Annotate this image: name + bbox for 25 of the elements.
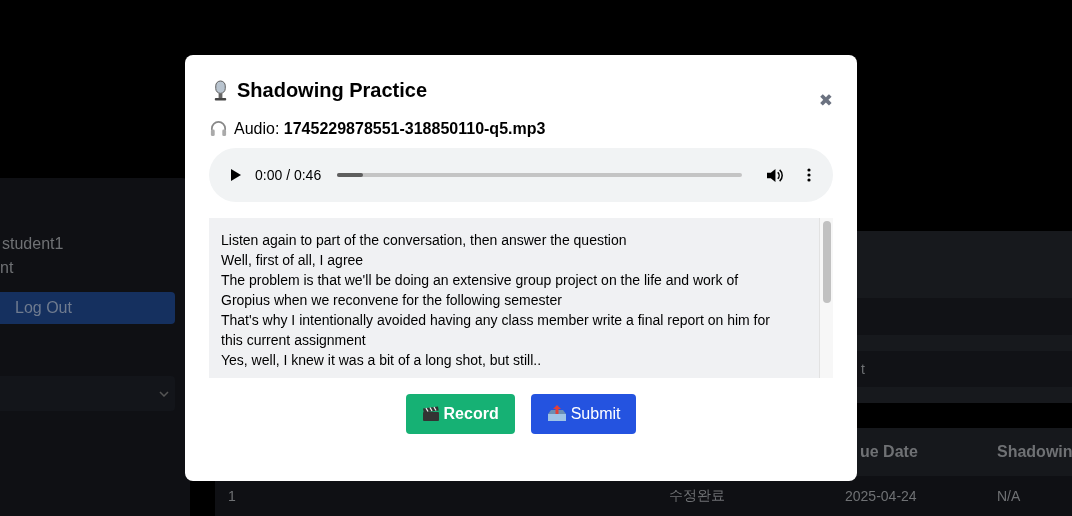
more-options-button[interactable] — [805, 166, 813, 184]
column-header: ue Date — [860, 443, 919, 461]
progress-slider[interactable] — [337, 173, 742, 177]
clapperboard-icon — [421, 406, 440, 422]
play-button[interactable] — [229, 167, 243, 183]
chevron-icon — [159, 390, 169, 397]
submit-button[interactable]: Submit — [530, 394, 637, 434]
logout-button[interactable]: Log Out — [0, 292, 175, 324]
table-cell-text: 수정완료 — [669, 487, 726, 505]
scrollbar[interactable] — [819, 218, 833, 378]
audio-file-label: Audio: 1745229878551-318850110-q5.mp3 — [234, 119, 546, 138]
close-button[interactable]: ✖ — [818, 92, 833, 109]
headphones-icon — [209, 119, 228, 138]
record-button[interactable]: Record — [405, 394, 515, 434]
time-display: 0:00 / 0:46 — [255, 167, 322, 183]
row-text: t — [861, 361, 865, 377]
user-role: nt — [0, 258, 15, 278]
dialog-title: Shadowing Practice — [237, 79, 428, 102]
outbox-tray-icon — [546, 405, 567, 423]
table-cell-text: 2025-04-24 — [845, 488, 918, 504]
select-field[interactable] — [0, 376, 175, 411]
column-header: Shadowin — [997, 443, 1072, 461]
table-cell-text: N/A — [997, 488, 1022, 504]
user-name: student1 — [1, 234, 65, 254]
table-cell-text: 1 — [227, 488, 237, 504]
